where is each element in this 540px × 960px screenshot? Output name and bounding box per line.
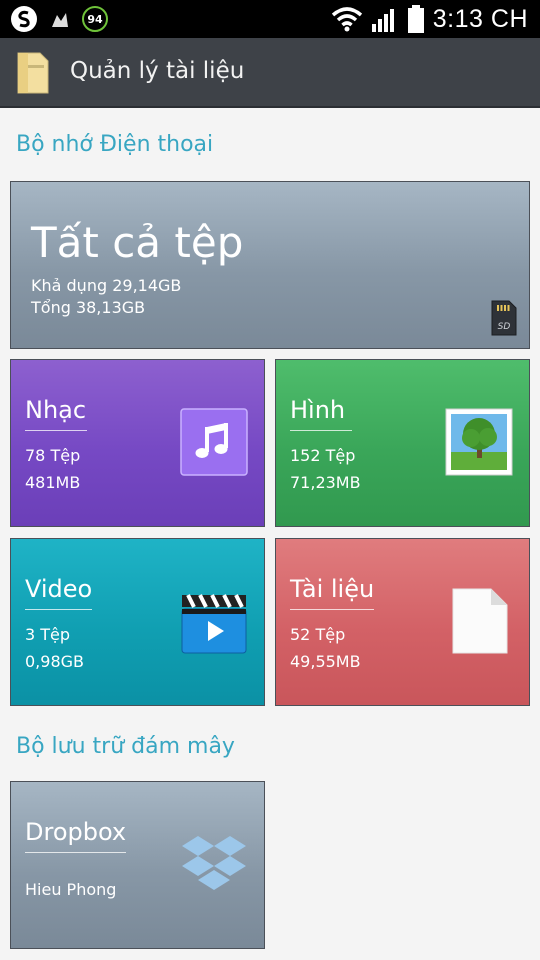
s-logo-icon — [11, 6, 37, 32]
dropbox-icon — [182, 836, 246, 890]
music-count: 78 Tệp — [25, 446, 81, 465]
status-bar-left: 94 — [10, 5, 108, 33]
recycle-icon — [52, 13, 68, 27]
music-title: Nhạc — [25, 396, 87, 431]
pictures-title: Hình — [290, 396, 352, 431]
documents-tile[interactable]: Tài liệu 52 Tệp 49,55MB — [275, 538, 530, 706]
picture-icon — [445, 408, 513, 476]
music-size: 481MB — [25, 473, 81, 492]
clapperboard-icon — [181, 594, 247, 654]
all-files-tile[interactable]: Tất cả tệp Khả dụng 29,14GB Tổng 38,13GB… — [10, 181, 530, 349]
music-tile[interactable]: Nhạc 78 Tệp 481MB — [10, 359, 265, 527]
dropbox-title: Dropbox — [25, 818, 127, 853]
section-cloud-storage: Bộ lưu trữ đám mây — [16, 734, 235, 759]
all-files-total: Tổng 38,13GB — [31, 298, 146, 317]
section-phone-storage: Bộ nhớ Điện thoại — [16, 132, 214, 157]
video-count: 3 Tệp — [25, 625, 71, 644]
documents-title: Tài liệu — [290, 575, 375, 610]
folder-icon[interactable] — [16, 51, 50, 95]
pictures-count: 152 Tệp — [290, 446, 356, 465]
svg-text:SD: SD — [498, 322, 511, 332]
dropbox-account: Hieu Phong — [25, 880, 117, 899]
wifi-icon — [331, 7, 362, 32]
status-bar-right: 3:13 CH — [331, 4, 528, 34]
document-icon — [452, 588, 508, 654]
badge-icon: 94 — [82, 6, 108, 32]
battery-icon — [407, 5, 424, 33]
documents-size: 49,55MB — [290, 652, 361, 671]
app-bar: Quản lý tài liệu — [0, 38, 540, 108]
sd-card-icon: SD — [491, 300, 517, 336]
video-title: Video — [25, 575, 93, 610]
status-bar: 94 3:13 CH — [0, 0, 540, 38]
signal-icon — [371, 9, 394, 32]
all-files-title: Tất cả tệp — [31, 218, 244, 267]
video-tile[interactable]: Video 3 Tệp 0,98GB — [10, 538, 265, 706]
dropbox-tile[interactable]: Dropbox Hieu Phong — [10, 781, 265, 949]
music-note-icon — [180, 408, 248, 476]
pictures-tile[interactable]: Hình 152 Tệp 71,23MB — [275, 359, 530, 527]
documents-count: 52 Tệp — [290, 625, 346, 644]
video-size: 0,98GB — [25, 652, 84, 671]
pictures-size: 71,23MB — [290, 473, 361, 492]
status-time: 3:13 CH — [432, 4, 528, 33]
all-files-available: Khả dụng 29,14GB — [31, 276, 182, 295]
app-title: Quản lý tài liệu — [70, 58, 245, 84]
